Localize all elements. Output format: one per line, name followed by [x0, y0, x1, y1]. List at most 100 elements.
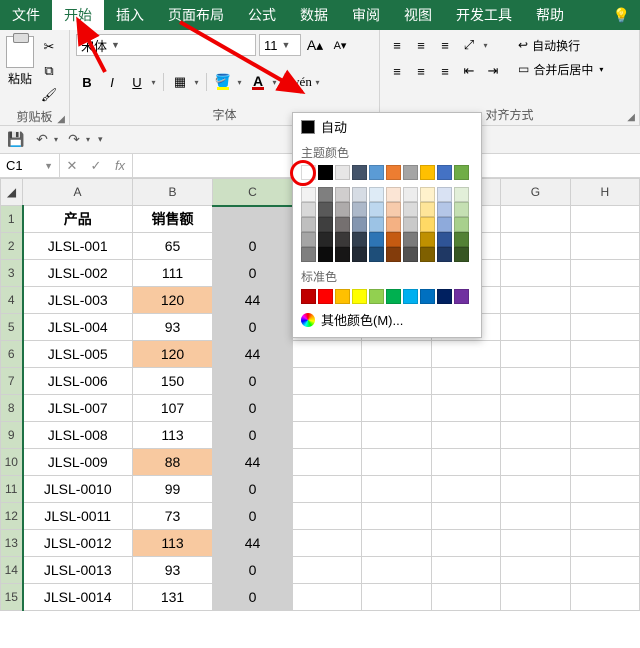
color-swatch[interactable] — [386, 289, 401, 304]
cell[interactable] — [293, 368, 362, 395]
color-swatch[interactable] — [318, 202, 333, 217]
align-center-button[interactable]: ≡ — [410, 60, 432, 82]
row-header[interactable]: 13 — [1, 530, 23, 557]
color-swatch[interactable] — [335, 232, 350, 247]
cell[interactable] — [501, 530, 570, 557]
cell[interactable] — [362, 368, 431, 395]
increase-font-button[interactable]: A▴ — [304, 34, 326, 56]
color-swatch[interactable] — [403, 289, 418, 304]
cell[interactable] — [501, 287, 570, 314]
decrease-font-button[interactable]: A▾ — [329, 34, 351, 56]
color-swatch[interactable] — [454, 217, 469, 232]
color-swatch[interactable] — [301, 165, 316, 180]
tab-view[interactable]: 视图 — [392, 0, 444, 30]
color-swatch[interactable] — [386, 232, 401, 247]
cell[interactable] — [570, 584, 639, 611]
row-header[interactable]: 8 — [1, 395, 23, 422]
cell[interactable]: 44 — [213, 530, 293, 557]
cell[interactable] — [501, 422, 570, 449]
color-swatch[interactable] — [403, 247, 418, 262]
color-swatch[interactable] — [335, 165, 350, 180]
undo-button[interactable]: ↶ — [32, 130, 52, 150]
cell[interactable]: JLSL-001 — [23, 233, 133, 260]
bold-button[interactable]: B — [76, 71, 98, 93]
cell[interactable]: 99 — [133, 476, 213, 503]
font-color-button[interactable]: A — [247, 71, 269, 93]
borders-dropdown[interactable]: ▾ — [191, 71, 201, 93]
row-header[interactable]: 5 — [1, 314, 23, 341]
cell[interactable] — [293, 395, 362, 422]
cell[interactable] — [570, 557, 639, 584]
cell[interactable]: 0 — [213, 557, 293, 584]
color-swatch[interactable] — [352, 217, 367, 232]
row-header[interactable]: 14 — [1, 557, 23, 584]
cell[interactable] — [362, 341, 431, 368]
row-header[interactable]: 3 — [1, 260, 23, 287]
more-colors-item[interactable]: 其他颜色(M)... — [293, 306, 481, 333]
color-swatch[interactable] — [335, 289, 350, 304]
cell[interactable] — [431, 584, 500, 611]
color-swatch[interactable] — [352, 232, 367, 247]
cell[interactable]: JLSL-004 — [23, 314, 133, 341]
cell[interactable] — [501, 503, 570, 530]
color-swatch[interactable] — [335, 247, 350, 262]
color-swatch[interactable] — [454, 187, 469, 202]
color-swatch[interactable] — [352, 247, 367, 262]
cell[interactable]: JLSL-006 — [23, 368, 133, 395]
cell[interactable]: 0 — [213, 503, 293, 530]
orientation-button[interactable]: ⤢ — [458, 34, 480, 56]
color-swatch[interactable] — [335, 187, 350, 202]
cell[interactable]: 107 — [133, 395, 213, 422]
color-swatch[interactable] — [352, 202, 367, 217]
cell[interactable]: JLSL-0010 — [23, 476, 133, 503]
cell[interactable]: JLSL-009 — [23, 449, 133, 476]
row-header[interactable]: 10 — [1, 449, 23, 476]
column-header-G[interactable]: G — [501, 179, 570, 206]
cancel-button[interactable]: ✕ — [60, 158, 84, 174]
font-color-dropdown[interactable]: ▾ — [269, 71, 279, 93]
automatic-color-item[interactable]: 自动 — [293, 113, 481, 140]
cell[interactable] — [362, 530, 431, 557]
color-swatch[interactable] — [352, 165, 367, 180]
color-swatch[interactable] — [454, 247, 469, 262]
italic-button[interactable]: I — [101, 71, 123, 93]
tab-developer[interactable]: 开发工具 — [444, 0, 524, 30]
color-swatch[interactable] — [318, 217, 333, 232]
cell[interactable] — [213, 206, 293, 233]
fill-color-dropdown[interactable]: ▾ — [234, 71, 244, 93]
cell[interactable]: JLSL-008 — [23, 422, 133, 449]
cell[interactable] — [501, 557, 570, 584]
color-swatch[interactable] — [420, 202, 435, 217]
color-swatch[interactable] — [318, 232, 333, 247]
color-swatch[interactable] — [437, 232, 452, 247]
tell-me-icon[interactable]: 💡 — [603, 0, 640, 30]
tab-file[interactable]: 文件 — [0, 0, 52, 30]
cell[interactable] — [293, 557, 362, 584]
color-swatch[interactable] — [301, 289, 316, 304]
tab-page-layout[interactable]: 页面布局 — [156, 0, 236, 30]
cell[interactable] — [570, 476, 639, 503]
phonetic-button[interactable]: wén — [290, 71, 312, 93]
color-swatch[interactable] — [437, 217, 452, 232]
cell[interactable]: 0 — [213, 395, 293, 422]
cell[interactable]: JLSL-002 — [23, 260, 133, 287]
cell[interactable]: 0 — [213, 260, 293, 287]
cell[interactable]: 产品 — [23, 206, 133, 233]
color-swatch[interactable] — [420, 289, 435, 304]
color-swatch[interactable] — [403, 217, 418, 232]
name-box[interactable]: C1▼ — [0, 154, 60, 177]
format-painter-button[interactable]: 🖌 — [38, 84, 60, 106]
color-swatch[interactable] — [301, 202, 316, 217]
cut-button[interactable]: ✂ — [38, 36, 60, 58]
cell[interactable] — [501, 584, 570, 611]
cell[interactable] — [293, 584, 362, 611]
cell[interactable] — [293, 503, 362, 530]
row-header[interactable]: 2 — [1, 233, 23, 260]
cell[interactable]: 88 — [133, 449, 213, 476]
column-header-C[interactable]: C — [213, 179, 293, 206]
color-swatch[interactable] — [403, 187, 418, 202]
cell[interactable] — [431, 422, 500, 449]
cell[interactable]: JLSL-005 — [23, 341, 133, 368]
cell[interactable]: 44 — [213, 449, 293, 476]
align-left-button[interactable]: ≡ — [386, 60, 408, 82]
